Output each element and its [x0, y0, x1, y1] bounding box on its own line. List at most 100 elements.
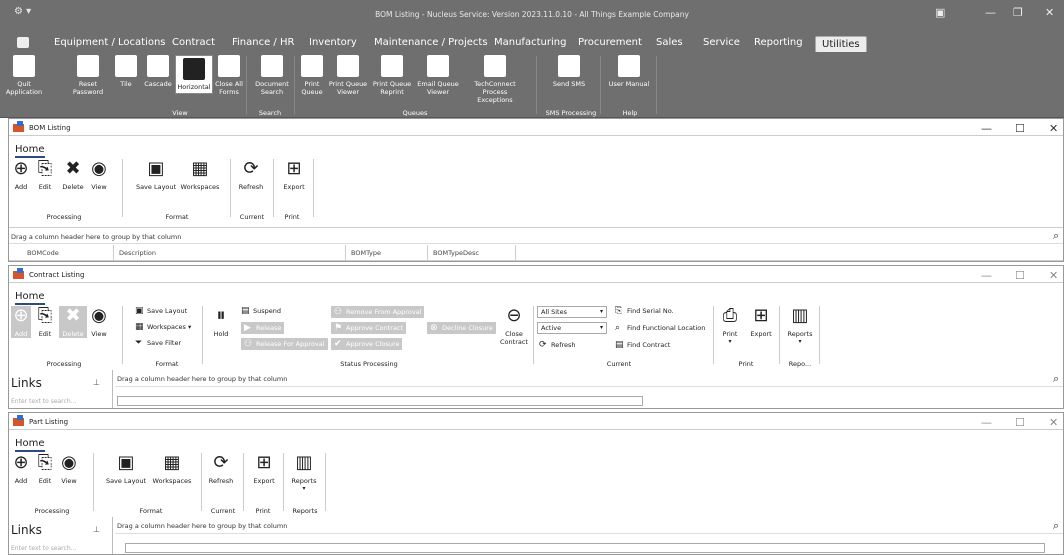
reset-password-button[interactable]: Reset Password [70, 55, 106, 96]
add-button[interactable]: ⊕ Add [11, 306, 31, 338]
minimize-button[interactable]: — [981, 269, 992, 282]
workspaces-button[interactable]: ▦ Workspaces ▾ [135, 322, 191, 332]
minimize-button[interactable]: — [985, 6, 996, 19]
add-button[interactable]: ⊕ Add [11, 453, 31, 486]
delete-button[interactable]: ✖ Delete [59, 306, 87, 338]
workspaces-button[interactable]: ▦ Workspaces [179, 159, 221, 192]
menu-sales[interactable]: Sales [656, 37, 683, 48]
close-button[interactable]: ✕ [1045, 6, 1054, 19]
menu-equipment[interactable]: Equipment / Locations [54, 37, 166, 48]
group-by-panel[interactable]: Drag a column header here to group by th… [115, 517, 1063, 534]
view-button[interactable]: ◉ View [59, 453, 79, 486]
edit-button[interactable]: ⎘ Edit [35, 306, 55, 339]
horizontal-button[interactable]: Horizontal [175, 55, 213, 94]
menu-reporting[interactable]: Reporting [754, 37, 803, 48]
find-contract-button[interactable]: ▤ Find Contract [615, 340, 670, 350]
remove-from-approval-button[interactable]: ⚇ Remove From Approval [331, 306, 425, 318]
column-description[interactable]: Description [119, 249, 156, 257]
horizontal-scrollbar[interactable] [117, 396, 643, 406]
site-filter-dropdown[interactable]: All Sites [537, 306, 607, 318]
column-bomcode[interactable]: BOMCode [27, 249, 59, 257]
save-filter-button[interactable]: ⏷ Save Filter [135, 338, 181, 348]
menu-inventory[interactable]: Inventory [309, 37, 357, 48]
suspend-button[interactable]: ▤ Suspend [241, 306, 281, 316]
reports-button[interactable]: ▥ Reports ▾ [785, 306, 815, 346]
links-search-input[interactable]: Enter text to search... [11, 545, 76, 552]
menu-service[interactable]: Service [703, 37, 740, 48]
edit-button[interactable]: ⎘ Edit [35, 159, 55, 192]
print-queue-reprint-button[interactable]: Print Queue Reprint [371, 55, 413, 96]
hold-button[interactable]: ⏸ Hold [209, 306, 233, 339]
minimize-button[interactable]: — [981, 416, 992, 429]
release-button[interactable]: ▶ Release [241, 322, 285, 334]
restore-layout-icon[interactable]: ▣ [935, 6, 945, 19]
maximize-button[interactable]: ☐ [1015, 269, 1025, 282]
refresh-button[interactable]: ⟳ Refresh [207, 453, 235, 486]
menu-contract[interactable]: Contract [172, 37, 215, 48]
menu-utilities[interactable]: Utilities [815, 36, 867, 53]
close-button[interactable]: ✕ [1049, 269, 1058, 282]
export-button[interactable]: ⊞ Export [251, 453, 277, 486]
save-layout-button[interactable]: ▣ Save Layout [105, 453, 147, 486]
close-button[interactable]: ✕ [1049, 416, 1058, 429]
tab-home[interactable]: Home [15, 291, 45, 305]
app-settings-icon[interactable] [17, 37, 29, 48]
remove-user-icon: ⚇ [334, 307, 343, 317]
maximize-button[interactable]: ❐ [1013, 6, 1023, 19]
approve-contract-button[interactable]: ⚑ Approve Contract [331, 322, 407, 334]
close-button[interactable]: ✕ [1049, 122, 1058, 135]
print-button[interactable]: ⎙ Print ▾ [719, 306, 741, 346]
cascade-button[interactable]: Cascade [142, 55, 174, 88]
refresh-button[interactable]: ⟳ Refresh [539, 340, 576, 350]
refresh-button[interactable]: ⟳ Refresh [237, 159, 265, 192]
pin-icon[interactable]: ⊥ [93, 378, 100, 387]
menu-manufacturing[interactable]: Manufacturing [494, 37, 566, 48]
tile-button[interactable]: Tile [114, 55, 138, 88]
group-by-panel[interactable]: Drag a column header here to group by th… [115, 370, 1063, 387]
close-all-forms-button[interactable]: Close All Forms [215, 55, 243, 96]
delete-button[interactable]: ✖ Delete [59, 159, 87, 192]
find-functional-location-button[interactable]: ⌕ Find Functional Location [615, 323, 705, 333]
maximize-button[interactable]: ☐ [1015, 416, 1025, 429]
view-button[interactable]: ◉ View [89, 159, 109, 192]
send-sms-button[interactable]: Send SMS [550, 55, 588, 88]
reports-button[interactable]: ▥ Reports ▾ [289, 453, 319, 493]
tab-home[interactable]: Home [15, 438, 45, 452]
search-icon[interactable]: ⌕ [1053, 372, 1059, 386]
menu-procurement[interactable]: Procurement [578, 37, 642, 48]
menu-finance[interactable]: Finance / HR [232, 37, 294, 48]
export-button[interactable]: ⊞ Export [749, 306, 773, 339]
workspaces-button[interactable]: ▦ Workspaces [151, 453, 193, 486]
tab-home[interactable]: Home [15, 144, 45, 158]
minimize-button[interactable]: — [981, 122, 992, 135]
edit-button[interactable]: ⎘ Edit [35, 453, 55, 486]
save-layout-button[interactable]: ▣ Save Layout [135, 159, 177, 192]
column-bomtype[interactable]: BOMType [351, 249, 381, 257]
document-search-button[interactable]: Document Search [253, 55, 291, 96]
email-queue-viewer-button[interactable]: Email Queue Viewer [416, 55, 460, 96]
print-queue-button[interactable]: Print Queue [299, 55, 325, 96]
save-layout-button[interactable]: ▣ Save Layout [135, 306, 187, 316]
release-for-approval-button[interactable]: ⚇ Release For Approval [241, 338, 328, 350]
column-bomtypedesc[interactable]: BOMTypeDesc [433, 249, 479, 257]
status-filter-dropdown[interactable]: Active [537, 322, 607, 334]
close-contract-button[interactable]: ⊖ Close Contract [499, 306, 529, 347]
quit-application-button[interactable]: Quit Application [2, 55, 46, 96]
search-icon[interactable]: ⌕ [1053, 229, 1059, 243]
find-serial-button[interactable]: ⎘ Find Serial No. [615, 306, 674, 316]
links-search-input[interactable]: Enter text to search... [11, 398, 76, 405]
techconnect-exceptions-button[interactable]: TechConnect Process Exceptions [464, 55, 526, 104]
user-manual-button[interactable]: User Manual [607, 55, 651, 88]
menu-maintenance[interactable]: Maintenance / Projects [374, 37, 488, 48]
add-button[interactable]: ⊕ Add [11, 159, 31, 192]
export-button[interactable]: ⊞ Export [281, 159, 307, 192]
view-button[interactable]: ◉ View [89, 306, 109, 339]
horizontal-scrollbar[interactable] [125, 543, 1045, 553]
pin-icon[interactable]: ⊥ [93, 525, 100, 534]
group-by-panel[interactable]: Drag a column header here to group by th… [9, 227, 1063, 244]
print-queue-viewer-button[interactable]: Print Queue Viewer [328, 55, 368, 96]
maximize-button[interactable]: ☐ [1015, 122, 1025, 135]
search-icon[interactable]: ⌕ [1053, 519, 1059, 533]
decline-closure-button[interactable]: ⊗ Decline Closure [427, 322, 496, 334]
approve-closure-button[interactable]: ✔ Approve Closure [331, 338, 403, 350]
